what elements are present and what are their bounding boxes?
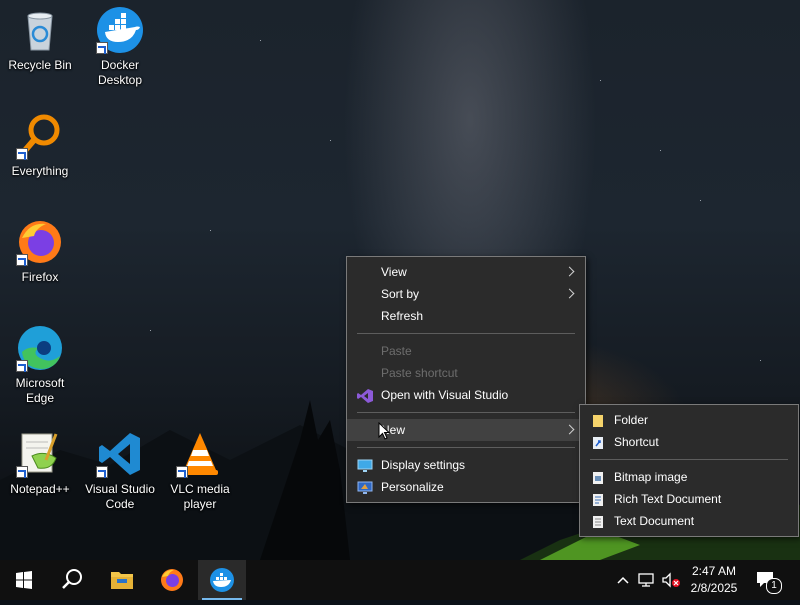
chevron-up-icon — [617, 576, 629, 584]
clock[interactable]: 2:47 AM 2/8/2025 — [684, 564, 744, 595]
personalize-icon — [357, 480, 373, 494]
shortcut-arrow-icon — [96, 466, 108, 478]
display-icon — [357, 458, 373, 472]
chevron-right-icon — [564, 266, 575, 277]
desktop-icon-firefox[interactable]: Firefox — [2, 218, 78, 285]
notification-count-badge: 1 — [766, 578, 782, 594]
vscode-icon — [96, 430, 144, 478]
desktop-icon-label: VLC media player — [170, 482, 230, 511]
menu-item-label: Folder — [614, 413, 649, 427]
desktop-icon-label: Notepad++ — [10, 482, 70, 496]
shortcut-arrow-icon — [176, 466, 188, 478]
volume-muted-icon — [662, 572, 680, 588]
visual-studio-icon — [357, 388, 373, 403]
recycle-bin-icon — [16, 6, 64, 54]
mouse-cursor-icon — [378, 422, 390, 440]
menu-separator — [357, 447, 575, 448]
everything-search-icon — [16, 112, 64, 160]
desktop-icon-notepad-plus-plus[interactable]: Notepad++ — [2, 430, 78, 497]
shortcut-arrow-icon — [16, 148, 28, 160]
docker-icon — [96, 6, 144, 54]
vlc-icon — [176, 430, 224, 478]
taskbar-docker[interactable] — [198, 560, 246, 600]
network-status-button[interactable] — [636, 571, 658, 589]
desktop-icon-everything[interactable]: Everything — [2, 112, 78, 179]
shortcut-arrow-icon — [96, 42, 108, 54]
menu-item-refresh[interactable]: Refresh — [347, 305, 585, 327]
desktop-icon-edge[interactable]: Microsoft Edge — [2, 324, 78, 406]
menu-item-paste: Paste — [347, 340, 585, 362]
clock-date: 2/8/2025 — [690, 581, 738, 595]
shortcut-icon — [590, 435, 606, 449]
menu-item-label: Open with Visual Studio — [381, 388, 509, 402]
desktop-icon-label: Everything — [11, 164, 69, 178]
start-icon — [16, 571, 32, 589]
submenu-item-bitmap-image[interactable]: Bitmap image — [580, 466, 798, 488]
submenu-item-text-document[interactable]: Text Document — [580, 510, 798, 532]
desktop-icon-label: Recycle Bin — [8, 58, 72, 72]
shortcut-arrow-icon — [16, 360, 28, 372]
menu-item-label: Rich Text Document — [614, 492, 722, 506]
desktop-icon-label: Visual Studio Code — [85, 482, 155, 511]
menu-item-label: View — [381, 265, 407, 279]
firefox-icon — [161, 569, 183, 591]
search-icon — [62, 569, 82, 589]
menu-item-view[interactable]: View — [347, 261, 585, 283]
notification-center-button[interactable]: 1 — [752, 568, 782, 594]
search-button[interactable] — [48, 560, 96, 600]
menu-item-label: Bitmap image — [614, 470, 688, 484]
docker-icon — [210, 568, 234, 592]
notepad-plus-plus-icon — [16, 430, 64, 478]
menu-item-label: Shortcut — [614, 435, 659, 449]
menu-item-label: Text Document — [614, 514, 695, 528]
desktop-context-menu: View Sort by Refresh Paste Paste shortcu… — [346, 256, 586, 503]
clock-time: 2:47 AM — [691, 564, 737, 578]
taskbar-file-explorer[interactable] — [98, 560, 146, 600]
shortcut-arrow-icon — [16, 254, 28, 266]
menu-item-open-with-visual-studio[interactable]: Open with Visual Studio — [347, 384, 585, 406]
network-icon — [638, 573, 654, 587]
menu-item-personalize[interactable]: Personalize — [347, 476, 585, 498]
desktop-icon-vscode[interactable]: Visual Studio Code — [82, 430, 158, 512]
volume-button[interactable] — [660, 571, 682, 589]
desktop-icon-docker[interactable]: Docker Desktop — [82, 6, 158, 88]
menu-item-label: Paste shortcut — [381, 366, 458, 380]
edge-icon — [16, 324, 64, 372]
menu-item-label: Display settings — [381, 458, 466, 472]
menu-item-label: Sort by — [381, 287, 420, 301]
text-document-icon — [590, 514, 606, 528]
file-explorer-icon — [111, 572, 133, 589]
submenu-item-rich-text-document[interactable]: Rich Text Document — [580, 488, 798, 510]
bitmap-icon — [590, 470, 606, 484]
menu-item-label: Paste — [381, 344, 412, 358]
taskbar: 2:47 AM 2/8/2025 1 — [0, 560, 800, 600]
firefox-icon — [16, 218, 64, 266]
menu-item-label: Personalize — [381, 480, 444, 494]
menu-separator — [357, 333, 575, 334]
menu-item-paste-shortcut: Paste shortcut — [347, 362, 585, 384]
rtf-document-icon — [590, 492, 606, 506]
chevron-right-icon — [564, 424, 575, 435]
taskbar-firefox[interactable] — [148, 560, 196, 600]
menu-separator — [590, 459, 788, 460]
folder-icon — [590, 413, 606, 427]
shortcut-arrow-icon — [16, 466, 28, 478]
menu-separator — [357, 412, 575, 413]
desktop-icon-label: Firefox — [21, 270, 59, 284]
show-hidden-icons-button[interactable] — [614, 572, 632, 588]
submenu-item-shortcut[interactable]: Shortcut — [580, 431, 798, 453]
chevron-right-icon — [564, 288, 575, 299]
new-submenu: Folder Shortcut Bitmap image Rich Text D… — [579, 404, 799, 537]
menu-item-label: Refresh — [381, 309, 424, 323]
desktop-icon-label: Docker Desktop — [97, 58, 143, 87]
desktop-icon-vlc[interactable]: VLC media player — [162, 430, 238, 512]
menu-item-display-settings[interactable]: Display settings — [347, 454, 585, 476]
desktop-icon-label: Microsoft Edge — [15, 376, 65, 405]
start-button[interactable] — [0, 560, 48, 600]
menu-item-sort-by[interactable]: Sort by — [347, 283, 585, 305]
submenu-item-folder[interactable]: Folder — [580, 409, 798, 431]
desktop-icon-recycle-bin[interactable]: Recycle Bin — [2, 6, 78, 73]
